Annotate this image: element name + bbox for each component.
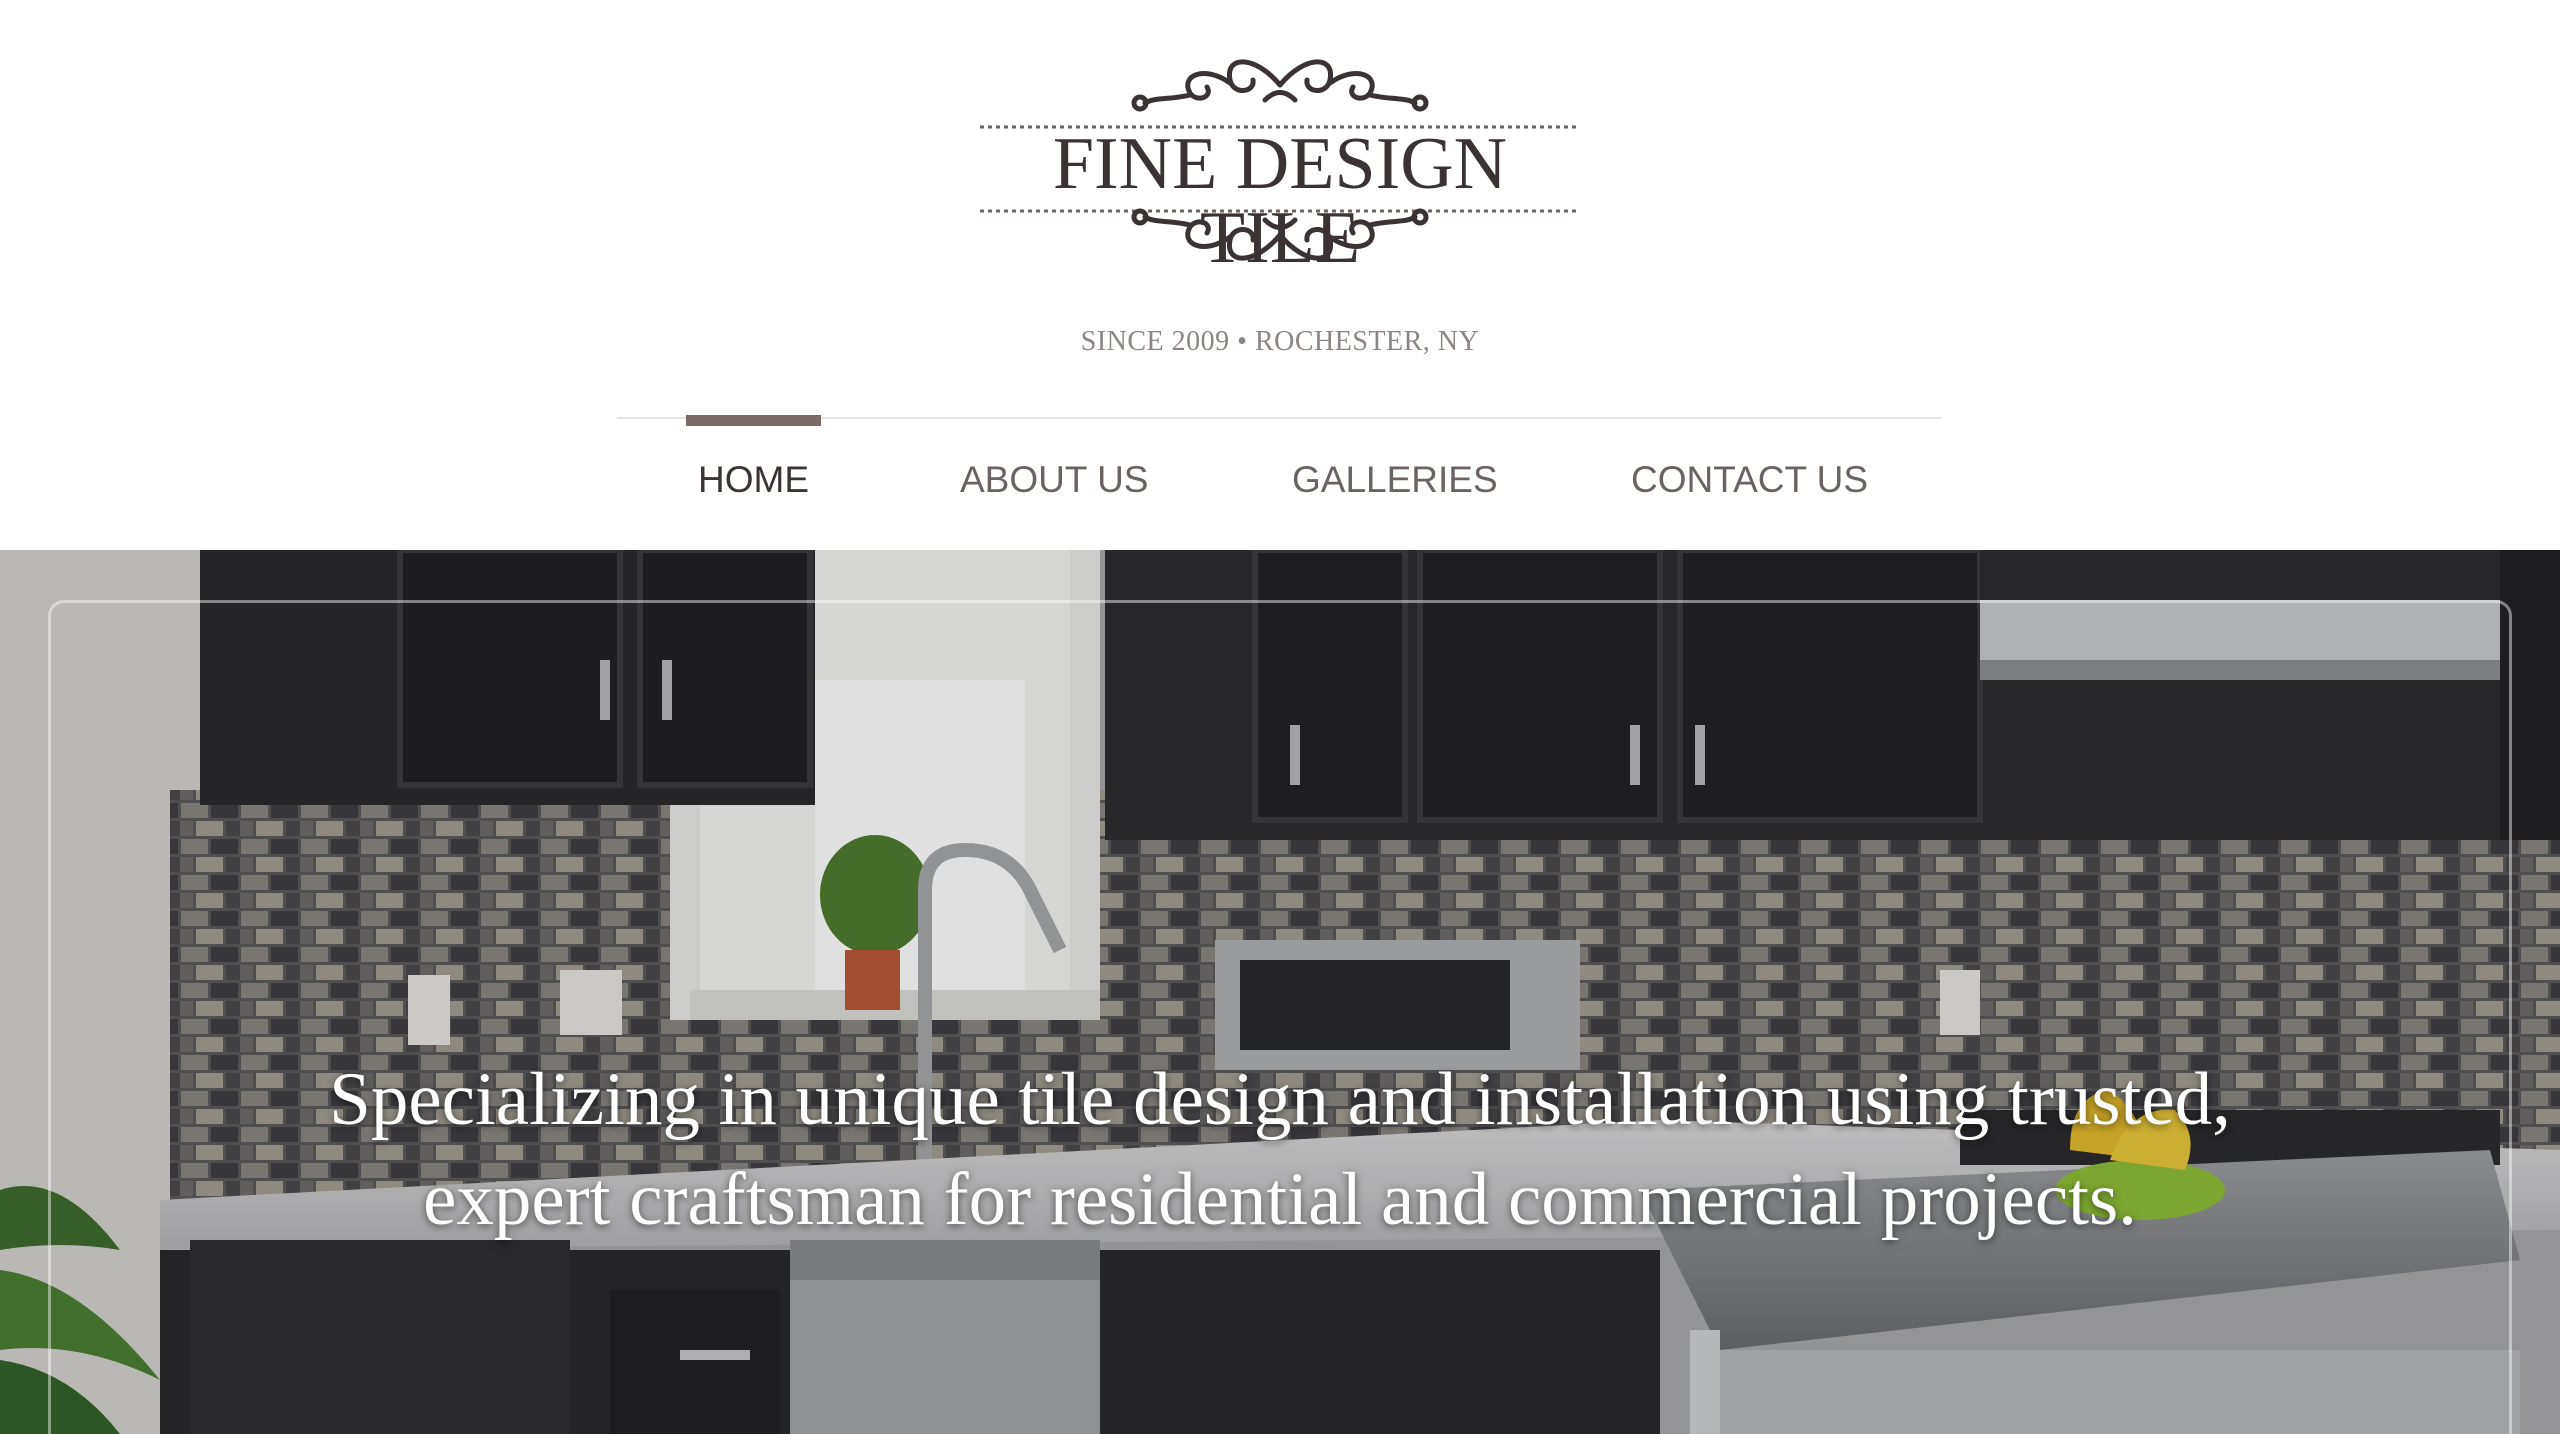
- hero-headline: Specializing in unique tile design and i…: [329, 1058, 2231, 1241]
- kitchen-photo: [0, 550, 2560, 1434]
- nav-item-about-us[interactable]: ABOUT US: [960, 459, 1148, 501]
- hero-banner: Specializing in unique tile design and i…: [0, 550, 2560, 1434]
- site-header: FINE DESIGN TILE SINCE 2009 • ROCHESTER,…: [0, 0, 2560, 550]
- nav-item-contact-us[interactable]: CONTACT US: [1631, 459, 1868, 501]
- site-logo[interactable]: FINE DESIGN TILE: [975, 45, 1585, 295]
- site-tagline: SINCE 2009 • ROCHESTER, NY: [1080, 326, 1480, 357]
- main-navigation: HOME ABOUT US GALLERIES CONTACT US: [617, 415, 1942, 550]
- nav-item-galleries[interactable]: GALLERIES: [1292, 459, 1498, 501]
- nav-item-home[interactable]: HOME: [686, 415, 821, 501]
- logo-wordmark: FINE DESIGN TILE: [1052, 123, 1508, 279]
